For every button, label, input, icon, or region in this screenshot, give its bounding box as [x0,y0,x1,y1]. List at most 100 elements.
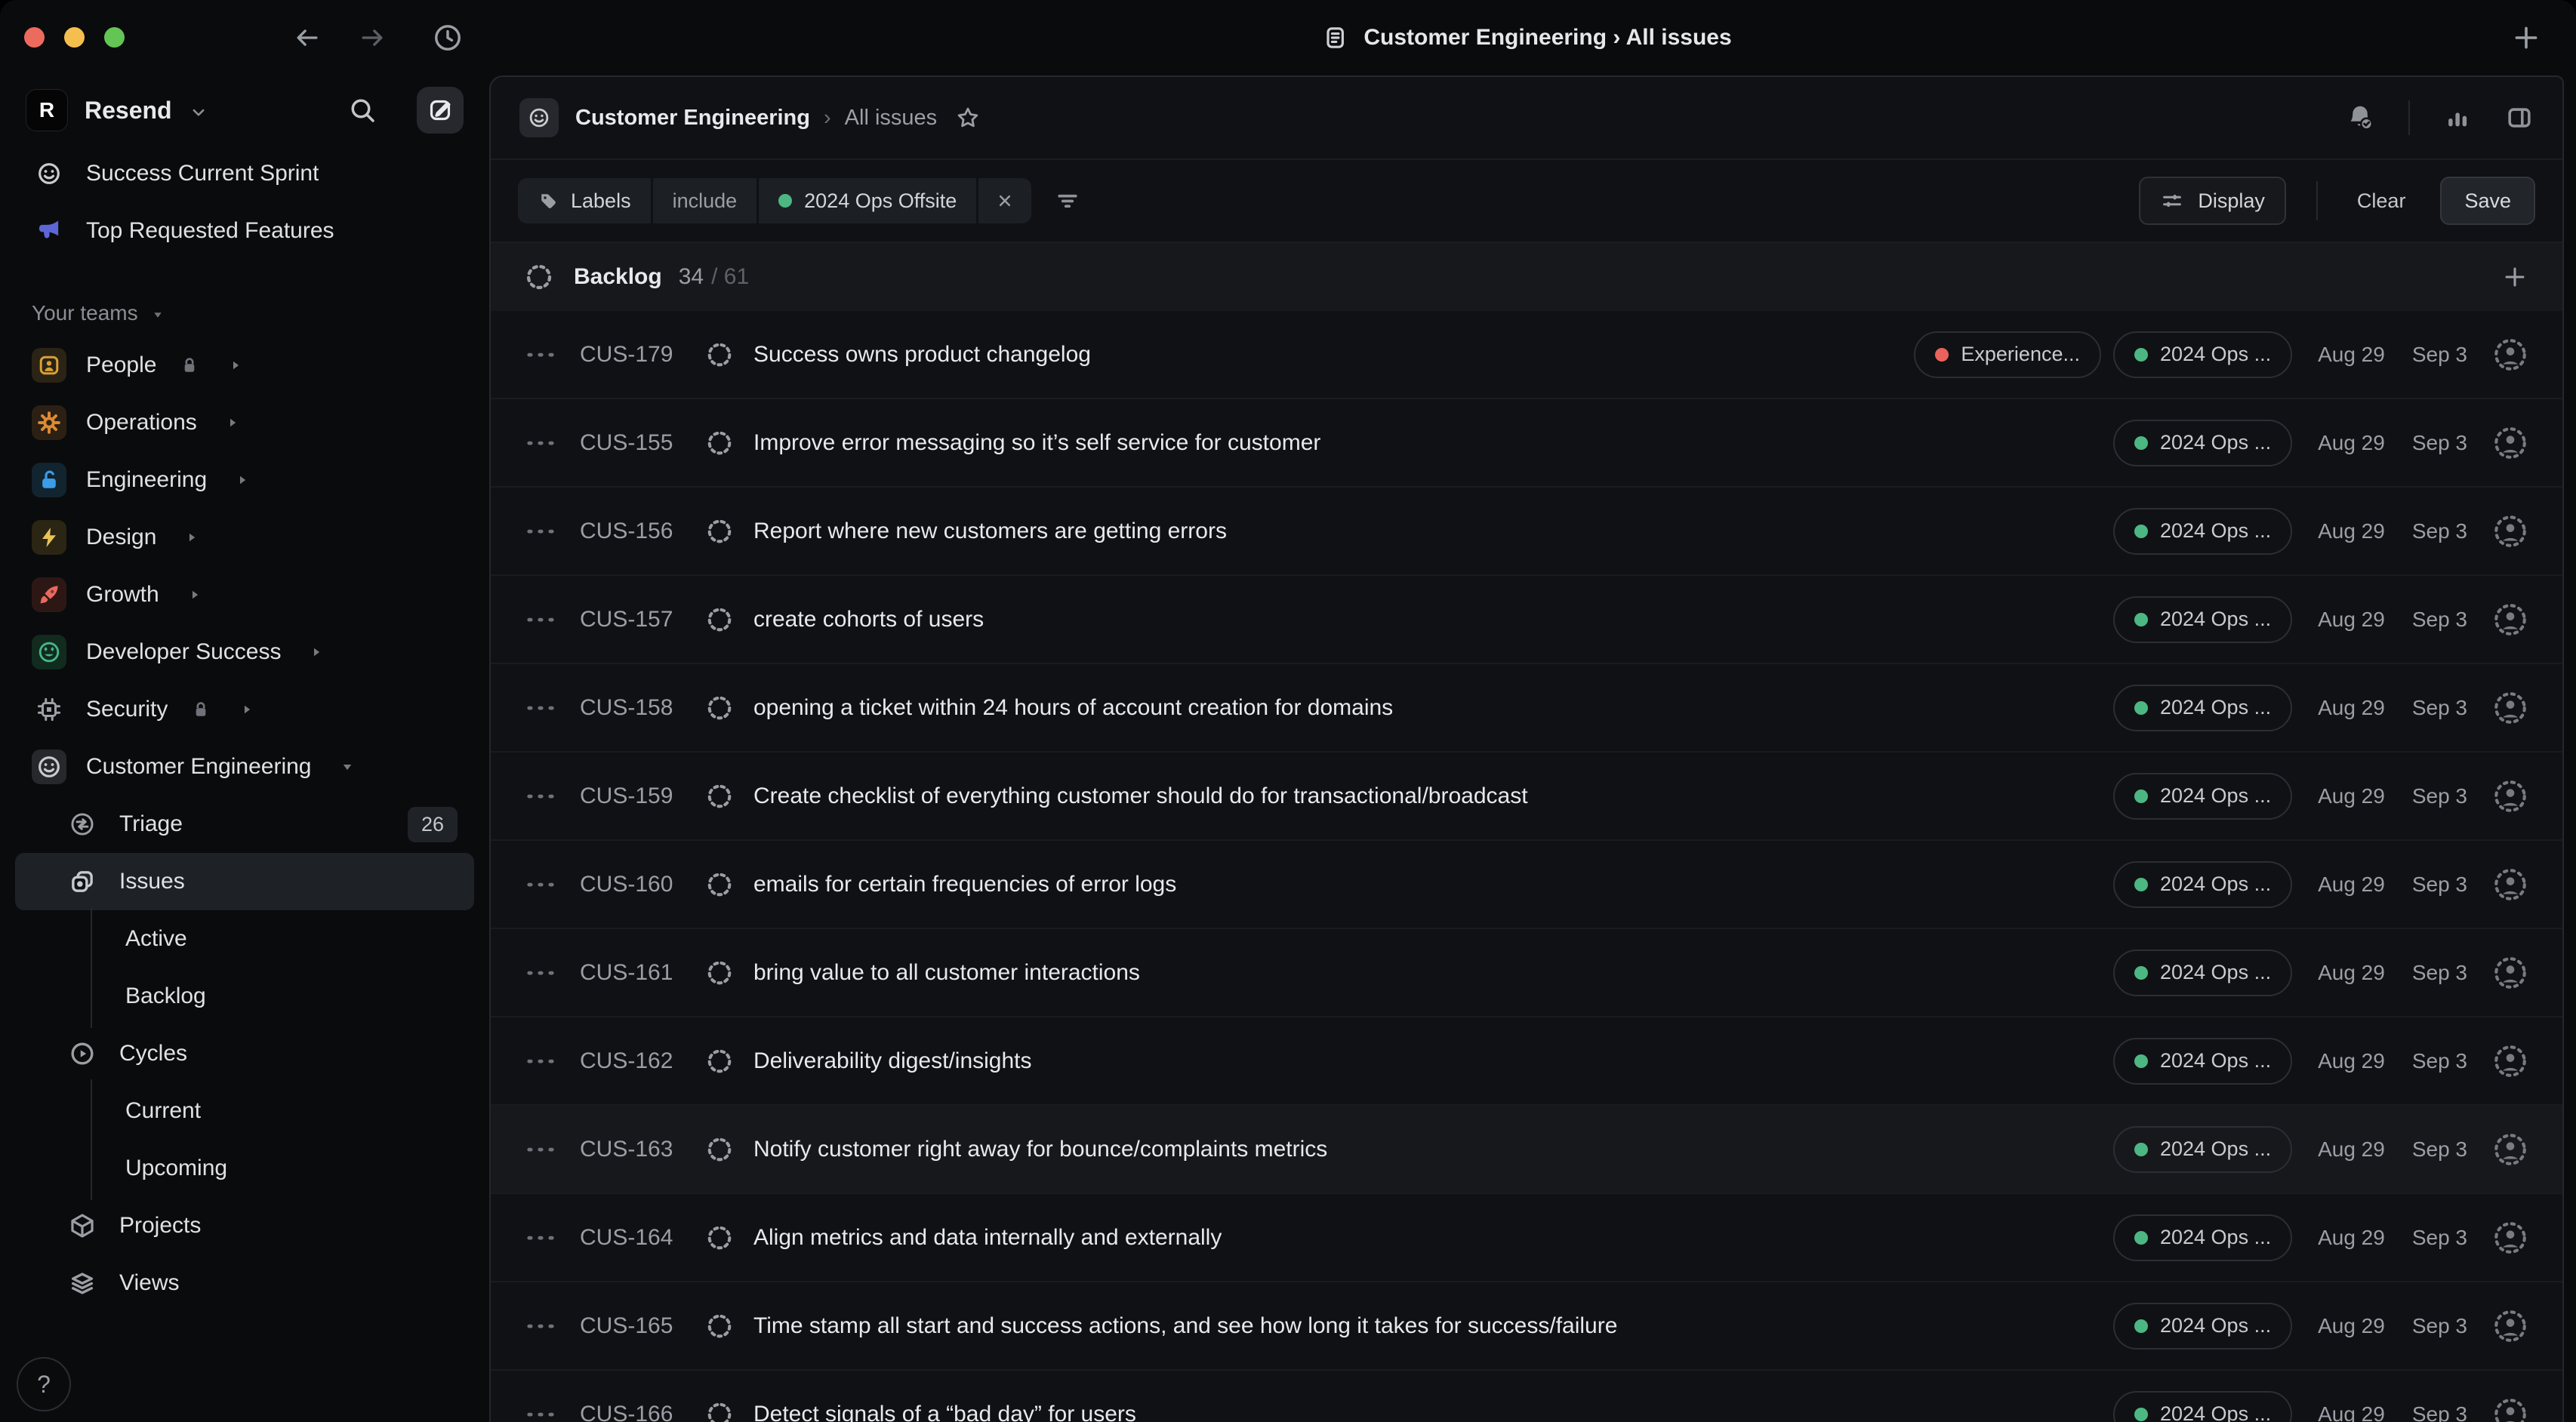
issue-row[interactable]: CUS-163Notify customer right away for bo… [491,1106,2562,1194]
chevron-down-icon[interactable] [189,103,208,122]
status-backlog-icon[interactable] [705,782,734,811]
workspace-logo[interactable]: R [26,89,68,131]
sidebar-item-growth[interactable]: Growth [15,566,474,623]
minimize-window-button[interactable] [64,27,85,48]
no-priority-icon[interactable] [524,515,557,548]
breadcrumb-view[interactable]: All issues [845,106,938,131]
forward-arrow-icon[interactable] [358,23,387,52]
issue-row[interactable]: CUS-179Success owns product changelogExp… [491,311,2562,399]
sidebar-item-engineering[interactable]: Engineering [15,451,474,509]
avatar-unassigned-icon[interactable] [2491,689,2529,727]
avatar-unassigned-icon[interactable] [2491,777,2529,815]
no-priority-icon[interactable] [524,1221,557,1254]
teams-section-header[interactable]: Your teams [15,290,474,337]
label-pill[interactable]: 2024 Ops ... [2113,1126,2292,1173]
status-backlog-icon[interactable] [705,517,734,546]
sidebar-item-design[interactable]: Design [15,509,474,566]
issue-row[interactable]: CUS-164Align metrics and data internally… [491,1194,2562,1282]
label-pill[interactable]: 2024 Ops ... [2113,773,2292,820]
sidebar-favorite-item[interactable]: Success Current Sprint [15,145,474,202]
issue-title[interactable]: bring value to all customer interactions [753,960,1140,986]
sidebar-item-backlog[interactable]: Backlog [15,968,474,1025]
issue-row[interactable]: CUS-165Time stamp all start and success … [491,1282,2562,1371]
avatar-unassigned-icon[interactable] [2491,1307,2529,1345]
no-priority-icon[interactable] [524,691,557,725]
new-tab-plus-icon[interactable] [2510,21,2543,54]
issue-row[interactable]: CUS-156Report where new customers are ge… [491,488,2562,576]
close-window-button[interactable] [24,27,45,48]
label-pill[interactable]: Experience... [1914,331,2101,378]
label-pill[interactable]: 2024 Ops ... [2113,950,2292,996]
issue-title[interactable]: Report where new customers are getting e… [753,519,1227,544]
status-backlog-icon[interactable] [705,1312,734,1340]
status-backlog-icon[interactable] [705,1400,734,1422]
filter-remove-segment[interactable] [978,178,1031,223]
sidebar-item-triage[interactable]: Triage26 [15,796,474,853]
avatar-unassigned-icon[interactable] [2491,866,2529,903]
backlog-section-header[interactable]: Backlog 34 / 61 [491,243,2562,311]
no-priority-icon[interactable] [524,338,557,371]
status-backlog-icon[interactable] [705,340,734,369]
issue-row[interactable]: CUS-155Improve error messaging so it’s s… [491,399,2562,488]
label-pill[interactable]: 2024 Ops ... [2113,1303,2292,1350]
issue-title[interactable]: emails for certain frequencies of error … [753,872,1176,897]
status-backlog-icon[interactable] [705,694,734,722]
clock-icon[interactable] [432,22,464,54]
no-priority-icon[interactable] [524,603,557,636]
sidebar-item-active[interactable]: Active [15,910,474,968]
no-priority-icon[interactable] [524,426,557,460]
sidebar-item-cycles[interactable]: Cycles [15,1025,474,1082]
label-pill[interactable]: 2024 Ops ... [2113,508,2292,555]
label-pill[interactable]: 2024 Ops ... [2113,331,2292,378]
add-issue-plus-icon[interactable] [2501,263,2529,291]
zoom-window-button[interactable] [104,27,125,48]
issue-row[interactable]: CUS-158opening a ticket within 24 hours … [491,664,2562,753]
no-priority-icon[interactable] [524,1310,557,1343]
issue-row[interactable]: CUS-159Create checklist of everything cu… [491,753,2562,841]
avatar-unassigned-icon[interactable] [2491,336,2529,374]
clear-button[interactable]: Clear [2348,189,2415,213]
issue-row[interactable]: CUS-157create cohorts of users2024 Ops .… [491,576,2562,664]
no-priority-icon[interactable] [524,1045,557,1078]
avatar-unassigned-icon[interactable] [2491,954,2529,992]
sidebar-item-security[interactable]: Security [15,681,474,738]
status-backlog-icon[interactable] [705,870,734,899]
no-priority-icon[interactable] [524,1133,557,1166]
issue-row[interactable]: CUS-162Deliverability digest/insights202… [491,1017,2562,1106]
label-pill[interactable]: 2024 Ops ... [2113,1214,2292,1261]
issue-row[interactable]: CUS-161bring value to all customer inter… [491,929,2562,1017]
no-priority-icon[interactable] [524,1398,557,1422]
issue-row[interactable]: CUS-160emails for certain frequencies of… [491,841,2562,929]
issue-title[interactable]: Deliverability digest/insights [753,1048,1032,1074]
label-pill[interactable]: 2024 Ops ... [2113,861,2292,908]
status-backlog-icon[interactable] [705,1047,734,1076]
filter-value-segment[interactable]: 2024 Ops Offsite [759,178,976,223]
sidebar-item-upcoming[interactable]: Upcoming [15,1140,474,1197]
no-priority-icon[interactable] [524,780,557,813]
breadcrumb-team[interactable]: Customer Engineering [575,106,810,131]
display-button[interactable]: Display [2139,177,2286,225]
status-backlog-icon[interactable] [705,1135,734,1164]
side-panel-icon[interactable] [2505,103,2534,132]
sidebar-item-customer-engineering[interactable]: Customer Engineering [15,738,474,796]
filter-field-segment[interactable]: Labels [518,178,651,223]
search-icon[interactable] [347,95,377,125]
sidebar-item-projects[interactable]: Projects [15,1197,474,1254]
label-pill[interactable]: 2024 Ops ... [2113,420,2292,466]
notification-bell-check-icon[interactable] [2345,103,2375,133]
issue-title[interactable]: Improve error messaging so it’s self ser… [753,430,1320,456]
bar-chart-icon[interactable] [2443,103,2472,132]
status-backlog-icon[interactable] [705,1223,734,1252]
label-pill[interactable]: 2024 Ops ... [2113,596,2292,643]
no-priority-icon[interactable] [524,868,557,901]
status-backlog-icon[interactable] [705,959,734,987]
issue-title[interactable]: Time stamp all start and success actions… [753,1313,1617,1339]
favorite-star-icon[interactable] [955,105,981,131]
compose-button[interactable] [417,87,464,134]
sidebar-item-views[interactable]: Views [15,1254,474,1312]
sidebar-item-operations[interactable]: Operations [15,394,474,451]
sidebar-favorite-item[interactable]: Top Requested Features [15,202,474,260]
issue-title[interactable]: opening a ticket within 24 hours of acco… [753,695,1393,721]
avatar-unassigned-icon[interactable] [2491,1131,2529,1168]
workspace-name[interactable]: Resend [85,97,172,125]
